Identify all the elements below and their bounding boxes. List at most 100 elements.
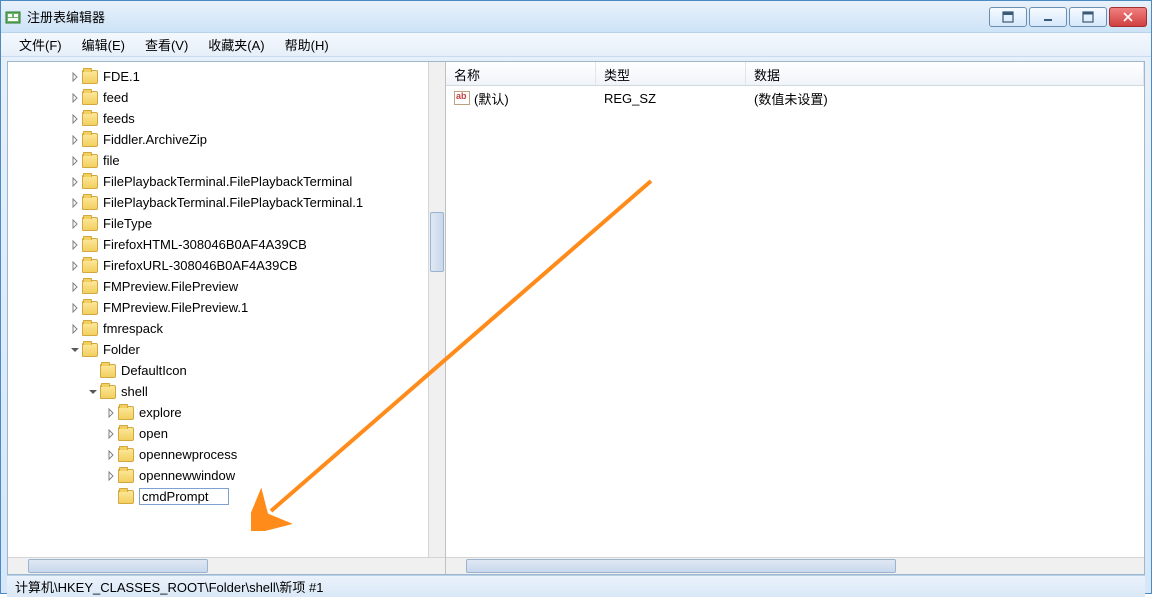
list-body[interactable]: (默认)REG_SZ(数值未设置) — [446, 86, 1144, 557]
folder-icon — [82, 133, 98, 147]
list-horizontal-scroll-thumb[interactable] — [466, 559, 896, 573]
expand-arrow-icon — [104, 490, 118, 504]
content-area: FDE.1feedfeedsFiddler.ArchiveZipfileFile… — [7, 61, 1145, 575]
menubar: 文件(F) 编辑(E) 查看(V) 收藏夹(A) 帮助(H) — [1, 33, 1151, 57]
tree-node-label: open — [139, 426, 168, 441]
registry-tree-panel: FDE.1feedfeedsFiddler.ArchiveZipfileFile… — [8, 62, 446, 574]
tree-node-label: shell — [121, 384, 148, 399]
tree-node[interactable]: opennewwindow — [8, 465, 445, 486]
tree-horizontal-scrollbar[interactable] — [8, 557, 445, 574]
tree-node[interactable]: open — [8, 423, 445, 444]
tree-node-label: FilePlaybackTerminal.FilePlaybackTermina… — [103, 195, 363, 210]
tree-node[interactable]: Fiddler.ArchiveZip — [8, 129, 445, 150]
folder-icon — [118, 406, 134, 420]
column-header-type[interactable]: 类型 — [596, 62, 746, 85]
tree-node[interactable] — [8, 486, 445, 507]
minimize-button[interactable] — [1029, 7, 1067, 27]
tree-node[interactable]: FDE.1 — [8, 66, 445, 87]
tree-node[interactable]: fmrespack — [8, 318, 445, 339]
expand-arrow-icon — [86, 364, 100, 378]
maximize-button[interactable] — [1069, 7, 1107, 27]
tree-node[interactable]: feed — [8, 87, 445, 108]
tree-vertical-scrollbar[interactable] — [428, 62, 445, 557]
folder-icon — [82, 301, 98, 315]
expand-arrow-icon[interactable] — [68, 91, 82, 105]
registry-editor-app-icon — [5, 9, 21, 25]
value-list-panel: 名称 类型 数据 (默认)REG_SZ(数值未设置) — [446, 62, 1144, 574]
tree-vertical-scroll-thumb[interactable] — [430, 212, 444, 272]
tree-node-label: Folder — [103, 342, 140, 357]
expand-arrow-icon[interactable] — [104, 469, 118, 483]
expand-arrow-icon[interactable] — [68, 112, 82, 126]
expand-arrow-icon[interactable] — [68, 133, 82, 147]
folder-icon — [82, 280, 98, 294]
tree-node-label: FMPreview.FilePreview.1 — [103, 300, 248, 315]
list-horizontal-scrollbar[interactable] — [446, 557, 1144, 574]
tree-node-label: feeds — [103, 111, 135, 126]
extra-button[interactable] — [989, 7, 1027, 27]
window-controls — [989, 7, 1147, 27]
menu-help[interactable]: 帮助(H) — [275, 32, 339, 57]
value-row[interactable]: (默认)REG_SZ(数值未设置) — [446, 88, 1144, 108]
tree-node[interactable]: FileType — [8, 213, 445, 234]
tree-node[interactable]: file — [8, 150, 445, 171]
collapse-arrow-icon[interactable] — [86, 385, 100, 399]
menu-edit[interactable]: 编辑(E) — [72, 32, 135, 57]
expand-arrow-icon[interactable] — [68, 175, 82, 189]
folder-icon — [100, 385, 116, 399]
tree-node-label: Fiddler.ArchiveZip — [103, 132, 207, 147]
tree-node[interactable]: FilePlaybackTerminal.FilePlaybackTermina… — [8, 171, 445, 192]
folder-icon — [118, 490, 134, 504]
tree-node[interactable]: Folder — [8, 339, 445, 360]
tree-node[interactable]: shell — [8, 381, 445, 402]
tree-node[interactable]: feeds — [8, 108, 445, 129]
tree-node[interactable]: FirefoxURL-308046B0AF4A39CB — [8, 255, 445, 276]
folder-icon — [82, 112, 98, 126]
menu-favorites[interactable]: 收藏夹(A) — [198, 32, 274, 57]
close-button[interactable] — [1109, 7, 1147, 27]
tree-node[interactable]: explore — [8, 402, 445, 423]
tree-node[interactable]: opennewprocess — [8, 444, 445, 465]
tree-node[interactable]: FirefoxHTML-308046B0AF4A39CB — [8, 234, 445, 255]
tree-node[interactable]: FMPreview.FilePreview.1 — [8, 297, 445, 318]
list-header: 名称 类型 数据 — [446, 62, 1144, 86]
expand-arrow-icon[interactable] — [104, 406, 118, 420]
expand-arrow-icon[interactable] — [68, 154, 82, 168]
collapse-arrow-icon[interactable] — [68, 343, 82, 357]
tree-node-label: opennewwindow — [139, 468, 235, 483]
expand-arrow-icon[interactable] — [68, 196, 82, 210]
statusbar-path: 计算机\HKEY_CLASSES_ROOT\Folder\shell\新项 #1 — [15, 577, 324, 596]
expand-arrow-icon[interactable] — [68, 259, 82, 273]
string-value-icon — [454, 91, 470, 105]
tree-scroll-area[interactable]: FDE.1feedfeedsFiddler.ArchiveZipfileFile… — [8, 62, 445, 557]
expand-arrow-icon[interactable] — [104, 448, 118, 462]
tree-node-label: explore — [139, 405, 182, 420]
expand-arrow-icon[interactable] — [104, 427, 118, 441]
folder-icon — [82, 343, 98, 357]
menu-view[interactable]: 查看(V) — [135, 32, 198, 57]
folder-icon — [82, 70, 98, 84]
value-name-cell: (默认) — [446, 89, 596, 108]
expand-arrow-icon[interactable] — [68, 322, 82, 336]
expand-arrow-icon[interactable] — [68, 70, 82, 84]
expand-arrow-icon[interactable] — [68, 301, 82, 315]
expand-arrow-icon[interactable] — [68, 238, 82, 252]
folder-icon — [82, 196, 98, 210]
tree-node[interactable]: FilePlaybackTerminal.FilePlaybackTermina… — [8, 192, 445, 213]
folder-icon — [82, 175, 98, 189]
tree-node-label: FileType — [103, 216, 152, 231]
registry-editor-window: 注册表编辑器 文件(F) 编辑(E) 查看(V) 收藏夹(A) 帮助(H) FD… — [0, 0, 1152, 594]
column-header-data[interactable]: 数据 — [746, 62, 1144, 85]
rename-input[interactable] — [139, 488, 229, 505]
tree-node[interactable]: DefaultIcon — [8, 360, 445, 381]
window-title: 注册表编辑器 — [27, 7, 989, 26]
expand-arrow-icon[interactable] — [68, 217, 82, 231]
tree-node[interactable]: FMPreview.FilePreview — [8, 276, 445, 297]
column-header-name[interactable]: 名称 — [446, 62, 596, 85]
folder-icon — [118, 469, 134, 483]
menu-file[interactable]: 文件(F) — [9, 32, 72, 57]
folder-icon — [82, 154, 98, 168]
expand-arrow-icon[interactable] — [68, 280, 82, 294]
tree-horizontal-scroll-thumb[interactable] — [28, 559, 208, 573]
folder-icon — [118, 448, 134, 462]
